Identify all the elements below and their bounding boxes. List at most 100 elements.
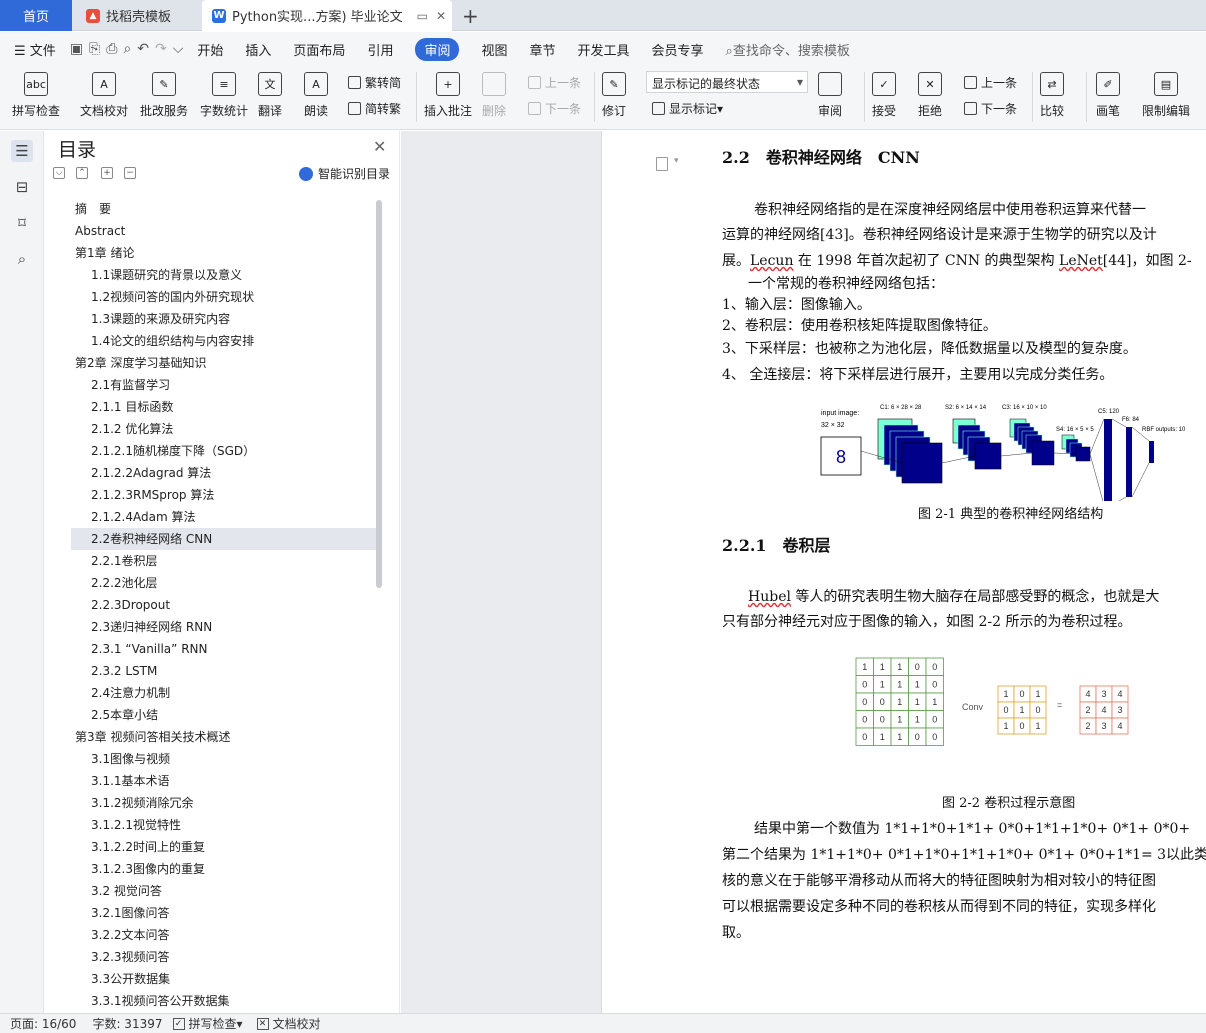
collapse-all-icon[interactable]: ⌃ <box>76 167 88 179</box>
toc-item[interactable]: 2.3.2 LSTM <box>71 660 376 682</box>
toc-item[interactable]: ›第2章 深度学习基础知识 <box>71 352 376 374</box>
toc-item[interactable]: 3.1图像与视频 <box>71 748 376 770</box>
new-tab-button[interactable]: + <box>462 4 479 28</box>
file-menu[interactable]: ☰ 文件 <box>14 40 56 59</box>
review-pane-button[interactable]: 审阅 <box>818 72 842 119</box>
read-aloud-button[interactable]: A 朗读 <box>304 72 328 119</box>
save-icon[interactable]: ▣ <box>70 41 83 57</box>
toc-item[interactable]: 3.3.1视频问答公开数据集 <box>71 990 376 1008</box>
pen-button[interactable]: ✐ 画笔 <box>1096 72 1120 119</box>
close-tab-icon[interactable]: ✕ <box>436 9 446 23</box>
toc-item[interactable]: 2.5本章小结 <box>71 704 376 726</box>
spell-check-button[interactable]: abc 拼写检查 <box>12 72 60 119</box>
toc-item[interactable]: 2.1.2 优化算法 <box>71 418 376 440</box>
toc-item[interactable]: 2.1.2.4Adam 算法 <box>71 506 376 528</box>
translate-button[interactable]: 文翻译 <box>258 72 282 119</box>
tab-home[interactable]: 首页 <box>0 0 72 31</box>
markup-mode-select[interactable]: 显示标记的最终状态 ▾ <box>646 71 808 93</box>
chapter-nav-icon[interactable]: ⊟ <box>11 176 33 198</box>
toc-item[interactable]: 2.2卷积神经网络 CNN <box>71 528 376 550</box>
compare-button[interactable]: ⇄ 比较 <box>1040 72 1064 119</box>
menu-view[interactable]: 视图 <box>481 40 507 59</box>
toc-item[interactable]: ⌵第1章 绪论 <box>71 242 376 264</box>
word-count-indicator[interactable]: 字数: 31397 <box>92 1015 162 1032</box>
menu-chapter[interactable]: 章节 <box>529 40 555 59</box>
smart-toc-button[interactable]: 智能识别目录 <box>299 165 390 182</box>
insert-comment-button[interactable]: + 插入批注 <box>424 72 472 119</box>
toc-item[interactable]: 2.1.1 目标函数 <box>71 396 376 418</box>
toc-item[interactable]: 2.3递归神经网络 RNN <box>71 616 376 638</box>
paragraph-menu-icon[interactable] <box>656 157 668 171</box>
menu-reference[interactable]: 引用 <box>367 40 393 59</box>
toc-icon[interactable]: ☰ <box>11 140 33 162</box>
menu-member[interactable]: 会员专享 <box>652 40 704 59</box>
close-icon[interactable]: ✕ <box>373 137 386 156</box>
toc-item[interactable]: ›第3章 视频问答相关技术概述 <box>71 726 376 748</box>
track-changes-button[interactable]: ✎ 修订 <box>602 72 626 119</box>
toc-scrollbar[interactable] <box>376 200 382 588</box>
toc-item[interactable]: 2.4注意力机制 <box>71 682 376 704</box>
page-indicator[interactable]: 页面: 16/60 <box>10 1015 76 1032</box>
undo-icon[interactable]: ↶ <box>137 41 149 57</box>
reject-button[interactable]: ✕ 拒绝 <box>918 72 942 119</box>
toc-item[interactable]: 3.1.2.2时间上的重复 <box>71 836 376 858</box>
tab-template[interactable]: ▲ 找稻壳模板 <box>76 0 198 31</box>
toc-item[interactable]: 1.1课题研究的背景以及意义 <box>71 264 376 286</box>
toc-item[interactable]: 2.3.1 “Vanilla” RNN <box>71 638 376 660</box>
toc-item[interactable]: 3.2.1图像问答 <box>71 902 376 924</box>
toc-item[interactable]: 3.2.2文本问答 <box>71 924 376 946</box>
proofread-button[interactable]: A 文档校对 <box>80 72 128 119</box>
accept-button[interactable]: ✓ 接受 <box>872 72 896 119</box>
export-icon[interactable]: ⎘ <box>89 41 100 57</box>
minimize-tab-icon[interactable]: ▭ <box>417 9 428 23</box>
add-level-icon[interactable]: + <box>101 167 113 179</box>
expand-all-icon[interactable]: ⌵ <box>53 167 65 179</box>
toc-item[interactable]: 摘 要 <box>71 198 376 220</box>
command-search[interactable]: ⌕查找命令、搜索模板 <box>726 40 850 59</box>
toc-item[interactable]: 3.1.2.1视觉特性 <box>71 814 376 836</box>
word-count-button[interactable]: ≡ 字数统计 <box>200 72 248 119</box>
bookmark-icon[interactable]: ⌑ <box>11 212 33 234</box>
toc-item[interactable]: 3.2 视觉问答 <box>71 880 376 902</box>
toc-item[interactable]: 1.2视频问答的国内外研究现状 <box>71 286 376 308</box>
show-markup-button[interactable]: 显示标记 ▾ <box>652 100 723 117</box>
preview-icon[interactable]: ⌕ <box>123 41 131 57</box>
trad-to-simp-button[interactable]: 繁转简 <box>348 74 401 91</box>
toc-item[interactable]: 2.1.2.2Adagrad 算法 <box>71 462 376 484</box>
more-icon[interactable]: ⌵ <box>173 41 184 57</box>
print-icon[interactable]: ⎙ <box>106 41 117 57</box>
menu-layout[interactable]: 页面布局 <box>293 40 345 59</box>
toc-item[interactable]: 2.2.2池化层 <box>71 572 376 594</box>
toc-item[interactable]: Abstract <box>71 220 376 242</box>
delete-comment-button[interactable]: 删除 <box>482 72 506 119</box>
toc-item[interactable]: 3.1.2视频消除冗余 <box>71 792 376 814</box>
prev-comment-button[interactable]: 上一条 <box>528 74 581 91</box>
toc-item[interactable]: 2.1.2.1随机梯度下降（SGD） <box>71 440 376 462</box>
menu-dev-tools[interactable]: 开发工具 <box>578 40 630 59</box>
document-page[interactable]: ▾ 2.2 卷积神经网络 CNN 卷积神经网络指的是在深度神经网络层中使用卷积运… <box>601 131 1206 1013</box>
spell-check-status[interactable]: ✓ 拼写检查 ▾ <box>172 1015 243 1032</box>
simp-to-trad-button[interactable]: 简转繁 <box>348 100 401 117</box>
menu-review[interactable]: 审阅 <box>415 37 460 61</box>
restrict-editing-button[interactable]: ▤ 限制编辑 <box>1142 72 1190 119</box>
toc-item[interactable]: 2.1有监督学习 <box>71 374 376 396</box>
proofread-status[interactable]: ✕ 文档校对 <box>256 1015 321 1032</box>
next-comment-button[interactable]: 下一条 <box>528 100 581 117</box>
next-change-button[interactable]: 下一条 <box>964 100 1017 117</box>
remove-level-icon[interactable]: − <box>124 167 136 179</box>
toc-item[interactable]: 3.1.2.3图像内的重复 <box>71 858 376 880</box>
menu-insert[interactable]: 插入 <box>245 40 271 59</box>
toc-item[interactable]: 2.1.2.3RMSprop 算法 <box>71 484 376 506</box>
toc-item[interactable]: 3.2.3视频问答 <box>71 946 376 968</box>
toc-item[interactable]: 3.1.1基本术语 <box>71 770 376 792</box>
menu-start[interactable]: 开始 <box>197 40 223 59</box>
search-icon[interactable]: ⌕ <box>11 248 33 270</box>
toc-item[interactable]: 3.3公开数据集 <box>71 968 376 990</box>
toc-item[interactable]: 2.2.1卷积层 <box>71 550 376 572</box>
toc-item[interactable]: 2.2.3Dropout <box>71 594 376 616</box>
prev-change-button[interactable]: 上一条 <box>964 74 1017 91</box>
tab-document[interactable]: W Python实现...方案) 毕业论文 ▭ ✕ <box>202 0 452 31</box>
annotate-service-button[interactable]: ✎ 批改服务 <box>140 72 188 119</box>
toc-item[interactable]: 1.3课题的来源及研究内容 <box>71 308 376 330</box>
redo-icon[interactable]: ↷ <box>155 41 167 57</box>
